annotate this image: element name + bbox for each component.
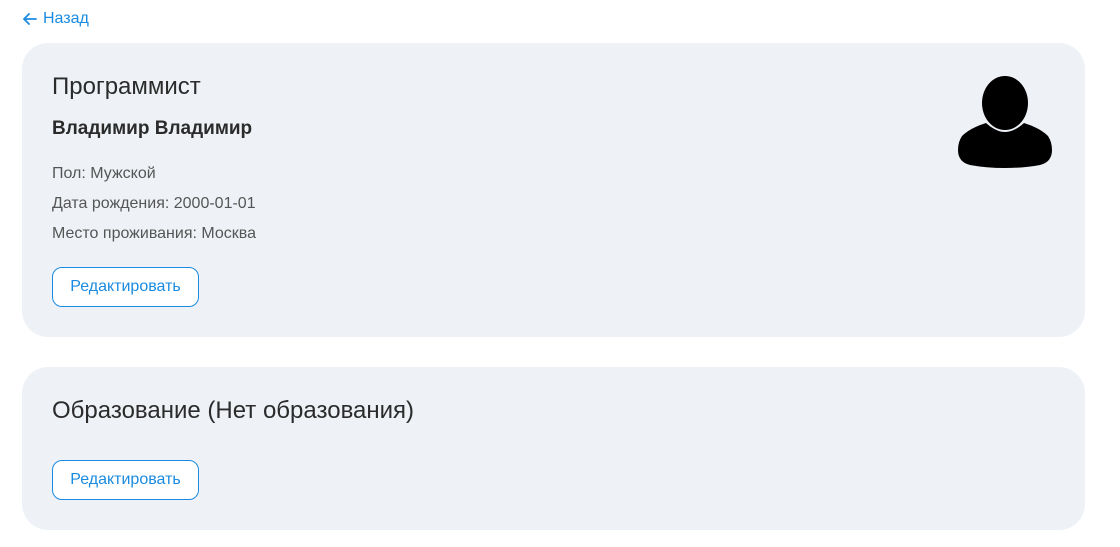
education-title: Образование (Нет образования)	[52, 397, 415, 424]
edit-profile-button[interactable]: Редактировать	[52, 267, 199, 307]
city-info: Место проживания: Москва	[52, 225, 256, 242]
birth-date-info: Дата рождения: 2000-01-01	[52, 195, 256, 212]
person-name: Владимир Владимир	[52, 118, 253, 139]
back-link-label: Назад	[43, 10, 89, 27]
user-silhouette-icon	[958, 76, 1052, 168]
profile-card: Программист Владимир Владимир Пол: Мужск…	[22, 43, 1085, 337]
gender-info: Пол: Мужской	[52, 165, 156, 182]
back-link[interactable]: Назад	[23, 10, 89, 28]
education-card: Образование (Нет образования) Редактиров…	[22, 367, 1085, 530]
arrow-left-icon	[23, 13, 37, 25]
position-title: Программист	[52, 73, 201, 100]
edit-education-button[interactable]: Редактировать	[52, 460, 199, 500]
